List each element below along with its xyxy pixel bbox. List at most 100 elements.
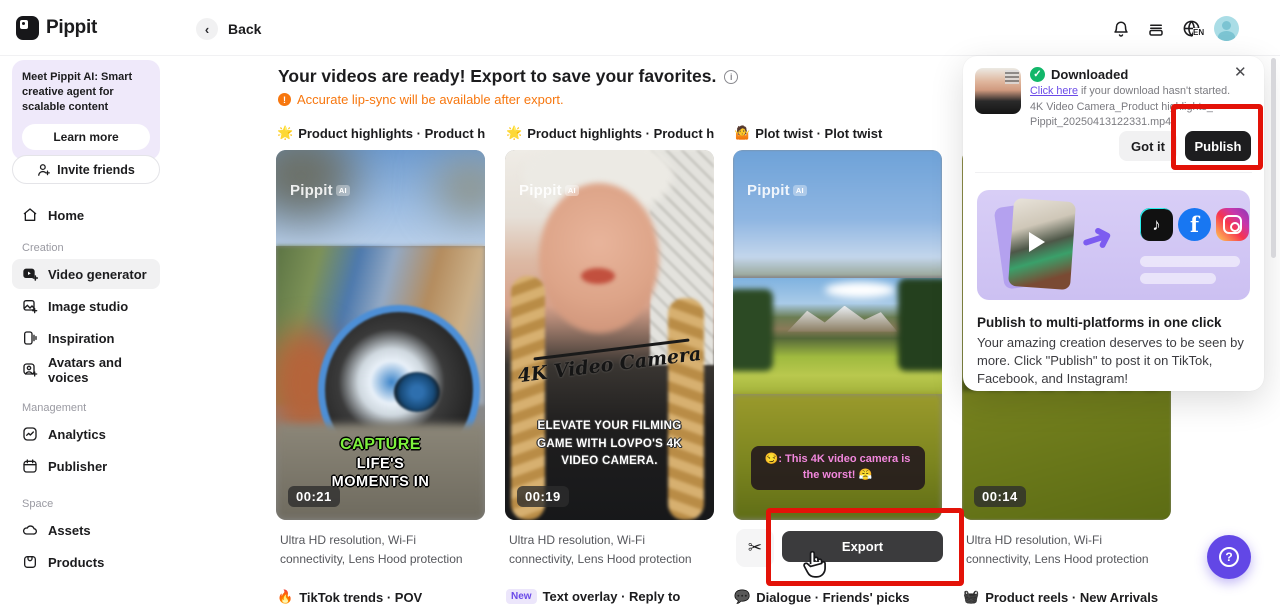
instagram-icon (1216, 208, 1249, 241)
basket-icon: 🧺 (963, 589, 979, 605)
panel-divider (975, 172, 1252, 173)
analytics-icon (22, 426, 38, 442)
sidebar-item-inspiration[interactable]: Inspiration (12, 323, 160, 353)
thumb2-face (539, 183, 659, 333)
assets-cloud-icon (22, 522, 38, 538)
video-card-1-thumbnail[interactable]: CAPTURE LIFE'S MOMENTS IN Pippit AI 00:2… (276, 150, 485, 520)
publish-panel-heading: Publish to multi-platforms in one click (977, 315, 1222, 330)
next-row-label-dialogue[interactable]: 💬 Dialogue · Friends' picks (734, 589, 910, 605)
card1-title: 🌟 Product highlights · Product highli... (277, 125, 486, 141)
thumb3-caption-pill: 😏: This 4K video camera is the worst! 😤 (751, 446, 925, 490)
language-globe-icon[interactable]: EN (1182, 19, 1208, 39)
warning-icon: ! (278, 93, 291, 106)
page-title: Your videos are ready! Export to save yo… (278, 66, 738, 87)
thumb1-camera-lens (394, 372, 440, 412)
downloaded-video-thumbnail (975, 68, 1021, 114)
sidebar-item-assets[interactable]: Assets (12, 515, 160, 545)
print-queue-icon[interactable] (1147, 20, 1165, 38)
got-it-button[interactable]: Got it (1119, 131, 1177, 161)
success-check-icon: ✓ (1030, 67, 1045, 82)
invite-friends-button[interactable]: Invite friends (12, 155, 160, 184)
thumb2-braid-right (668, 298, 704, 520)
video-card-3-thumbnail[interactable]: 😏: This 4K video camera is the worst! 😤 … (733, 150, 942, 520)
ai-badge: AI (793, 185, 807, 196)
publish-button[interactable]: Publish (1185, 131, 1251, 161)
glowing-star-icon: 🌟 (506, 125, 522, 141)
next-row-label-text-overlay[interactable]: New Text overlay · Reply to (506, 589, 680, 604)
pippit-watermark: Pippit AI (747, 182, 807, 199)
image-studio-icon (22, 298, 38, 314)
next-row-label-product-reels[interactable]: 🧺 Product reels · New Arrivals (963, 589, 1158, 605)
download-publish-panel: ✓ Downloaded ✕ Click here if your downlo… (963, 56, 1264, 391)
learn-more-button[interactable]: Learn more (22, 124, 150, 150)
thumb2-detail (581, 268, 615, 284)
sidebar-item-video-generator[interactable]: Video generator (12, 259, 160, 289)
card3-title: 🤷 Plot twist · Plot twist (734, 125, 943, 141)
arrow-right-icon: ➜ (1075, 212, 1119, 265)
products-box-icon (22, 554, 38, 570)
sidebar-item-products[interactable]: Products (12, 547, 160, 577)
toast-title: Downloaded (1051, 67, 1128, 82)
section-label-creation: Creation (22, 242, 64, 254)
publish-panel-body: Your amazing creation deserves to be see… (977, 334, 1251, 388)
tiktok-icon: ♪ (1140, 208, 1173, 241)
inspiration-icon (22, 330, 38, 346)
video-generator-icon (22, 266, 38, 282)
pippit-logo-icon (16, 16, 39, 40)
duration-badge: 00:21 (288, 486, 340, 507)
duration-badge: 00:14 (974, 486, 1026, 507)
invite-person-icon (37, 163, 51, 177)
new-badge: New (506, 589, 537, 604)
scissors-icon: ✂ (748, 538, 762, 558)
scrollbar-thumb[interactable] (1271, 58, 1276, 258)
pippit-app: Pippit ‹ Back EN Meet Pippit AI: Smart c… (0, 0, 1280, 605)
ai-badge: AI (565, 185, 579, 196)
help-button[interactable]: ? (1207, 535, 1251, 579)
section-label-space: Space (22, 498, 53, 510)
ai-badge: AI (336, 185, 350, 196)
thumb2-braid-left (511, 276, 545, 520)
duration-badge: 00:19 (517, 486, 569, 507)
promo-text: Meet Pippit AI: Smart creative agent for… (22, 70, 150, 115)
notifications-bell-icon[interactable] (1112, 20, 1130, 38)
click-here-link[interactable]: Click here (1030, 85, 1078, 97)
question-mark-icon: ? (1219, 547, 1239, 567)
home-icon (22, 207, 38, 223)
promo-card: Meet Pippit AI: Smart creative agent for… (12, 60, 160, 160)
chevron-left-icon: ‹ (196, 18, 218, 40)
back-button[interactable]: ‹ Back (196, 18, 261, 40)
lip-sync-warning: ! Accurate lip-sync will be available af… (278, 92, 564, 107)
video-card-2-thumbnail[interactable]: 4K Video Camera ELEVATE YOUR FILMING GAM… (505, 150, 714, 520)
pippit-watermark: Pippit AI (519, 182, 579, 199)
card2-description: Ultra HD resolution, Wi-Fi connectivity,… (509, 531, 709, 569)
edit-scissors-button[interactable]: ✂ (736, 529, 774, 567)
sidebar-item-avatars-voices[interactable]: Avatars and voices (12, 355, 160, 385)
sidebar-item-publisher[interactable]: Publisher (12, 451, 160, 481)
fire-icon: 🔥 (277, 589, 293, 605)
thumb3-landscape-photo (733, 278, 942, 395)
close-icon[interactable]: ✕ (1234, 63, 1247, 81)
card1-description: Ultra HD resolution, Wi-Fi connectivity,… (280, 531, 480, 569)
downloaded-filename: 4K Video Camera_Product highlights_Pippi… (1030, 100, 1220, 130)
next-row-label-tiktok-trends[interactable]: 🔥 TikTok trends · POV (277, 589, 422, 605)
thumb1-caption: CAPTURE LIFE'S MOMENTS IN (276, 435, 485, 491)
skeleton-bar (1140, 273, 1216, 284)
play-icon (1029, 232, 1045, 252)
pippit-watermark: Pippit AI (290, 182, 350, 199)
glowing-star-icon: 🌟 (277, 125, 293, 141)
info-icon[interactable]: i (724, 70, 738, 84)
card4-description: Ultra HD resolution, Wi-Fi connectivity,… (966, 531, 1166, 569)
thumb2-caption: ELEVATE YOUR FILMING GAME WITH LOVPO'S 4… (525, 418, 694, 470)
section-label-management: Management (22, 402, 86, 414)
user-avatar[interactable] (1214, 16, 1239, 41)
sidebar-item-analytics[interactable]: Analytics (12, 419, 160, 449)
hand-cursor-icon (800, 548, 828, 578)
card2-title: 🌟 Product highlights · Product highli... (506, 125, 715, 141)
speech-bubble-icon: 💬 (734, 589, 750, 605)
sidebar-item-image-studio[interactable]: Image studio (12, 291, 160, 321)
sidebar-item-home[interactable]: Home (12, 200, 160, 230)
top-bar: Pippit ‹ Back EN (0, 0, 1280, 56)
avatars-icon (22, 362, 38, 378)
sidebar: Meet Pippit AI: Smart creative agent for… (0, 56, 176, 605)
pippit-logo[interactable]: Pippit (16, 16, 97, 40)
